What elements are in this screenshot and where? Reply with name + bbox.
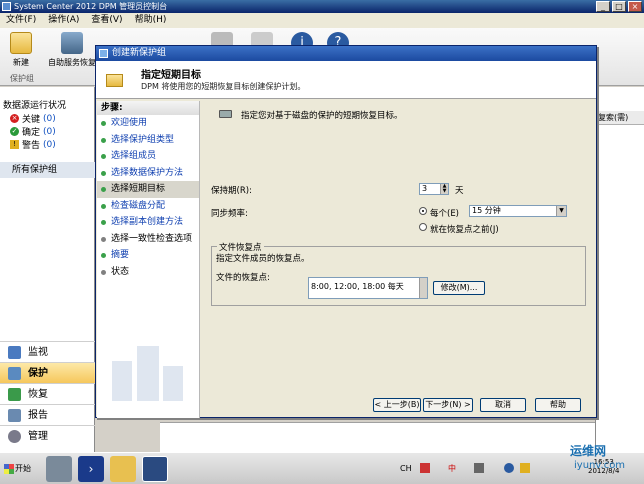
taskbar-server-manager-icon[interactable] [46,456,72,482]
folder-icon [106,74,123,87]
scrollbar[interactable] [419,278,427,298]
tray-keyboard-icon[interactable] [474,463,484,473]
window-titlebar: System Center 2012 DPM 管理员控制台 _ □ × [0,0,644,13]
background-results-pane: 复索(需) [595,87,644,452]
taskbar-dpm-icon[interactable] [142,456,168,482]
ime-indicator[interactable]: 中 [448,453,456,484]
cancel-button[interactable]: 取消 [480,398,526,412]
start-button[interactable]: 开始 [2,458,38,480]
menubar: 文件(F) 操作(A) 查看(V) 帮助(H) [0,13,644,28]
retention-spinner[interactable]: 3 ▲ ▼ [419,183,449,195]
file-recovery-points-label: 文件的恢复点: [216,273,270,283]
file-recovery-points-group: 文件恢复点 指定文件成员的恢复点。 文件的恢复点: 8:00, 12:00, 1… [211,241,586,306]
step-status: 状态 [97,264,199,281]
next-button[interactable]: 下一步(N) > [423,398,473,412]
tray-app-icon[interactable] [420,463,430,473]
dialog-subheading: DPM 将使用您的短期恢复目标创建保护计划。 [141,82,306,91]
group-description: 指定文件成员的恢复点。 [216,254,310,264]
dialog-titlebar: 创建新保护组 [96,46,596,61]
taskbar-explorer-icon[interactable] [110,456,136,482]
spinner-arrows-icon[interactable]: ▲ ▼ [440,184,448,194]
language-indicator[interactable]: CH [400,453,412,484]
workspace-recovery[interactable]: 恢复 [0,383,95,404]
wizard-content: 指定您对基于磁盘的保护的短期恢复目标。 保持期(R): 3 ▲ ▼ 天 同步频率:… [201,101,596,418]
site-watermark: 运维网 iyunv.com [570,444,626,471]
status-title: 数据源运行状况 [3,101,67,111]
step-summary[interactable]: 摘要 [97,247,199,264]
menu-help[interactable]: 帮助(H) [135,13,167,28]
menu-file[interactable]: 文件(F) [6,13,36,28]
frequency-select[interactable]: 15 分钟 ▼ [469,205,567,217]
workspace-management[interactable]: 管理 [0,425,95,446]
monitor-icon [8,346,21,359]
navigation-pane: 数据源运行状况 × 关键 (0) ✓ 确定 (0) ! 警告 (0) 所有保护组… [0,87,95,452]
chevron-down-icon[interactable]: ▼ [556,206,566,216]
sync-frequency-label: 同步频率: [211,209,248,219]
status-critical[interactable]: × 关键 (0) [10,112,56,125]
critical-icon: × [10,114,19,123]
ribbon-group-label: 保护组 [10,74,34,83]
gear-icon [8,430,21,443]
step-replica-method[interactable]: 选择副本创建方法 [97,214,199,231]
menu-view[interactable]: 查看(V) [91,13,122,28]
dialog-header: 指定短期目标 DPM 将使用您的短期恢复目标创建保护计划。 [96,61,596,99]
help-button[interactable]: 帮助 [535,398,581,412]
dialog-icon [99,49,108,58]
step-group-type[interactable]: 选择保护组类型 [97,132,199,149]
all-protection-groups[interactable]: 所有保护组 [0,162,95,178]
recovery-times-box[interactable]: 8:00, 12:00, 18:00 每天 [308,277,428,299]
steps-title: 步骤: [97,101,199,115]
warning-icon: ! [10,140,19,149]
dialog-title: 创建新保护组 [112,48,167,58]
every-radio[interactable] [419,207,427,215]
new-button[interactable]: 新建 [6,32,36,68]
every-label: 每个(E) [430,209,460,219]
minimize-button[interactable]: _ [596,1,610,12]
maximize-button[interactable]: □ [612,1,626,12]
workspace-protection[interactable]: 保护 [0,362,95,383]
self-service-recovery-button[interactable]: 自助服务恢复 [44,32,100,68]
step-welcome[interactable]: 欢迎使用 [97,115,199,132]
step-protection-method[interactable]: 选择数据保护方法 [97,165,199,182]
status-ok[interactable]: ✓ 确定 (0) [10,125,56,138]
menu-action[interactable]: 操作(A) [48,13,79,28]
users-icon [61,32,83,54]
step-consistency-check: 选择一致性检查选项 [97,231,199,248]
status-warning[interactable]: ! 警告 (0) [10,138,56,151]
new-folder-icon [10,32,32,54]
recovery-icon [8,388,21,401]
close-button[interactable]: × [628,1,642,12]
before-recovery-point-radio[interactable] [419,223,427,231]
windows-logo-icon [4,464,14,474]
tray-help-icon[interactable] [504,463,514,473]
shield-icon [8,367,21,380]
step-disk-allocation[interactable]: 检查磁盘分配 [97,198,199,215]
column-header[interactable]: 复索(需) [596,111,644,125]
step-group-members[interactable]: 选择组成员 [97,148,199,165]
workspace-monitoring[interactable]: 监视 [0,341,95,362]
workspace-reporting[interactable]: 报告 [0,404,95,425]
app-icon [2,2,11,11]
before-recovery-point-label: 就在恢复点之前(J) [430,225,499,235]
retention-unit: 天 [455,186,464,196]
back-button[interactable]: < 上一步(B) [373,398,421,412]
step-short-term-goals[interactable]: 选择短期目标 [97,181,199,198]
check-icon: ✓ [10,127,19,136]
window-title: System Center 2012 DPM 管理员控制台 [14,2,168,11]
modify-button[interactable]: 修改(M)... [433,281,485,295]
retention-label: 保持期(R): [211,186,252,196]
page-description: 指定您对基于磁盘的保护的短期恢复目标。 [241,111,403,121]
report-icon [8,409,21,422]
taskbar-powershell-icon[interactable]: › [78,456,104,482]
wizard-steps: 步骤: 欢迎使用 选择保护组类型 选择组成员 选择数据保护方法 选择短期目标 检… [97,101,200,418]
dialog-heading: 指定短期目标 [141,70,201,81]
create-protection-group-dialog: 创建新保护组 指定短期目标 DPM 将使用您的短期恢复目标创建保护计划。 步骤:… [95,45,597,418]
servers-watermark-icon [112,346,183,401]
disk-icon [219,110,232,118]
